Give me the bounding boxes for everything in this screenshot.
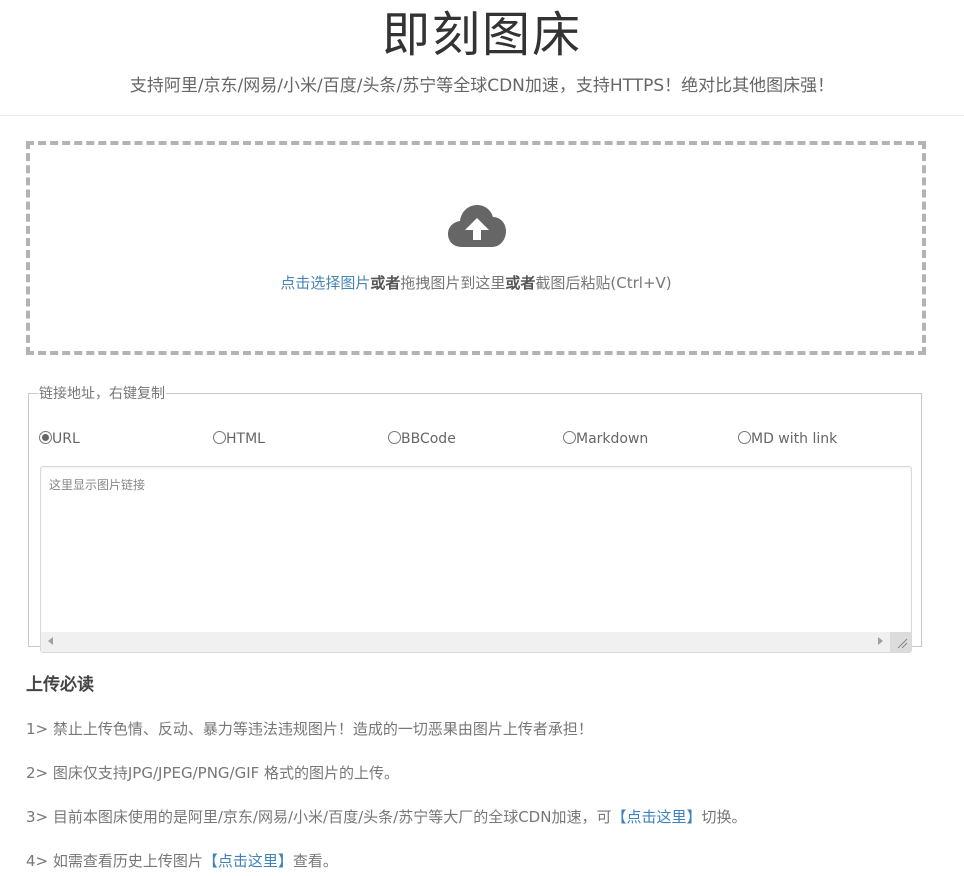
site-subtitle: 支持阿里/京东/网易/小米/百度/头条/苏宁等全球CDN加速，支持HTTPS！绝… [129,76,835,96]
history-link[interactable]: 【点击这里】 [203,852,293,870]
scroll-left-icon[interactable] [48,637,53,645]
resize-grip-icon[interactable] [890,632,911,652]
select-image-link[interactable]: 点击选择图片 [280,274,370,292]
notice-item-1: 1> 禁止上传色情、反动、暴力等违法违规图片！造成的一切恶果由图片上传者承担！ [26,718,593,740]
notice-text: 1> 禁止上传色情、反动、暴力等违法违规图片！造成的一切恶果由图片上传者承担！ [26,720,593,738]
radio-button[interactable] [738,431,751,444]
link-output-textarea[interactable]: 这里显示图片链接 [40,466,912,653]
switch-cdn-link[interactable]: 【点击这里】 [611,808,701,826]
radio-label: MD with link [751,431,838,447]
drag-text: 拖拽图片到这里 [400,274,506,292]
links-legend: 链接地址，右键复制 [39,386,165,402]
notice-item-3: 3> 目前本图床使用的是阿里/京东/网易/小米/百度/头条/苏宁等大厂的全球CD… [26,806,746,828]
links-fieldset: 链接地址，右键复制 URL HTML BBCode Markdown MD wi… [28,383,922,653]
notice-after-text: 切换。 [701,808,747,826]
notice-title: 上传必读 [26,675,94,695]
radio-button[interactable] [388,431,401,444]
or-text-1: 或者 [370,274,401,292]
scroll-right-icon[interactable] [878,637,883,645]
or-text-2: 或者 [505,274,536,292]
radio-markdown[interactable]: Markdown [563,429,648,449]
radio-md-with-link[interactable]: MD with link [738,429,837,449]
cloud-upload-icon [448,205,506,247]
notice-after-text: 查看。 [292,852,338,870]
notice-text: 3> 目前本图床使用的是阿里/京东/网易/小米/百度/头条/苏宁等大厂的全球CD… [26,808,612,826]
radio-button[interactable] [213,431,226,444]
paste-text: 截图后粘贴(Ctrl+V) [535,274,672,292]
radio-label: Markdown [576,431,649,447]
radio-html[interactable]: HTML [213,429,265,449]
radio-url[interactable]: URL [39,429,80,449]
radio-bbcode[interactable]: BBCode [388,429,456,449]
site-header: 即刻图床 支持阿里/京东/网易/小米/百度/头条/苏宁等全球CDN加速，支持HT… [0,0,964,116]
notice-item-2: 2> 图床仅支持JPG/JPEG/PNG/GIF 格式的图片的上传。 [26,762,399,784]
notice-text: 4> 如需查看历史上传图片 [26,852,203,870]
radio-label: HTML [226,431,265,447]
format-radio-group: URL HTML BBCode Markdown MD with link [39,429,919,451]
radio-button[interactable] [563,431,576,444]
textarea-placeholder: 这里显示图片链接 [49,478,146,492]
site-title: 即刻图床 [381,7,582,63]
radio-button-checked[interactable] [39,431,52,444]
radio-label: BBCode [401,431,456,447]
notice-item-4: 4> 如需查看历史上传图片【点击这里】查看。 [26,850,338,872]
horizontal-scrollbar[interactable] [41,632,890,652]
notice-text: 2> 图床仅支持JPG/JPEG/PNG/GIF 格式的图片的上传。 [26,764,400,782]
dropzone-instructions: 点击选择图片或者拖拽图片到这里或者截图后粘贴(Ctrl+V) [30,272,922,294]
upload-dropzone[interactable]: 点击选择图片或者拖拽图片到这里或者截图后粘贴(Ctrl+V) [26,141,926,355]
radio-label: URL [52,431,80,447]
